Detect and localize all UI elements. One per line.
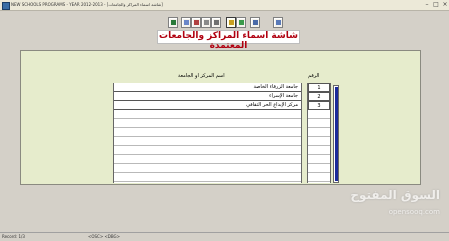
app-icon <box>2 2 10 10</box>
minimize-button[interactable]: – <box>423 1 431 8</box>
name-cell-empty[interactable] <box>114 155 301 164</box>
name-cell-empty[interactable] <box>114 137 301 146</box>
opensooq-watermark: السوق المفتوح opensooq.com <box>350 188 440 216</box>
name-cell-empty[interactable] <box>114 164 301 173</box>
query-icon <box>204 20 209 25</box>
new-record-icon <box>184 20 189 25</box>
execute-query-button[interactable] <box>211 17 221 28</box>
name-cell-empty[interactable] <box>114 173 301 182</box>
name-column: جامعة الزرقاء الخاصة جامعة الإسراء مركز … <box>113 83 302 183</box>
number-column: 1 2 3 <box>307 83 331 183</box>
name-cell[interactable]: جامعة الإسراء <box>114 92 301 101</box>
form-title: شاشة اسماء المراكز والجامعات المعتمدة <box>157 30 300 52</box>
save-button[interactable] <box>226 17 236 28</box>
mode-indicator: <OSC> <DBG> <box>88 234 121 239</box>
name-cell-empty[interactable] <box>114 128 301 137</box>
number-cell-empty[interactable] <box>308 173 330 182</box>
name-cell[interactable]: جامعة الزرقاء الخاصة <box>114 83 301 92</box>
number-cell-empty[interactable] <box>308 137 330 146</box>
window-title: NEW SCHOOLS PROGRAMS - YEAR 2012-2013 - … <box>11 2 163 7</box>
exit-button[interactable] <box>168 17 178 28</box>
number-cell[interactable]: 1 <box>308 83 330 92</box>
number-cell-empty[interactable] <box>308 155 330 164</box>
number-cell-empty[interactable] <box>308 110 330 119</box>
name-column-header: اسم المركز او الجامعة <box>178 73 225 79</box>
name-cell-empty[interactable] <box>114 119 301 128</box>
number-cell-empty[interactable] <box>308 119 330 128</box>
delete-record-icon <box>194 20 199 25</box>
number-cell[interactable]: 3 <box>308 101 330 110</box>
first-record-icon <box>253 20 258 25</box>
name-cell-empty[interactable] <box>114 146 301 155</box>
number-cell[interactable]: 2 <box>308 92 330 101</box>
records-scrollbar[interactable] <box>333 85 339 183</box>
scrollbar-thumb[interactable] <box>335 87 338 181</box>
print-icon <box>239 20 244 25</box>
number-cell-empty[interactable] <box>308 146 330 155</box>
execute-query-icon <box>214 20 219 25</box>
copy-icon <box>276 20 281 25</box>
number-column-header: الرقم <box>308 73 320 79</box>
record-indicator: Record: 1/3 <box>2 234 25 239</box>
window-titlebar: NEW SCHOOLS PROGRAMS - YEAR 2012-2013 - … <box>0 0 449 11</box>
delete-record-button[interactable] <box>191 17 201 28</box>
number-cell-empty[interactable] <box>308 164 330 173</box>
exit-door-icon <box>171 20 176 25</box>
query-button[interactable] <box>201 17 211 28</box>
new-record-button[interactable] <box>181 17 191 28</box>
number-cell-empty[interactable] <box>308 128 330 137</box>
save-icon <box>229 20 234 25</box>
name-cell[interactable]: مركز الإبداع الحر الثقافي <box>114 101 301 110</box>
name-cell-empty[interactable] <box>114 110 301 119</box>
maximize-button[interactable]: □ <box>432 1 440 8</box>
close-button[interactable]: × <box>441 1 449 8</box>
first-record-button[interactable] <box>250 17 260 28</box>
copy-button[interactable] <box>273 17 283 28</box>
print-button[interactable] <box>236 17 246 28</box>
